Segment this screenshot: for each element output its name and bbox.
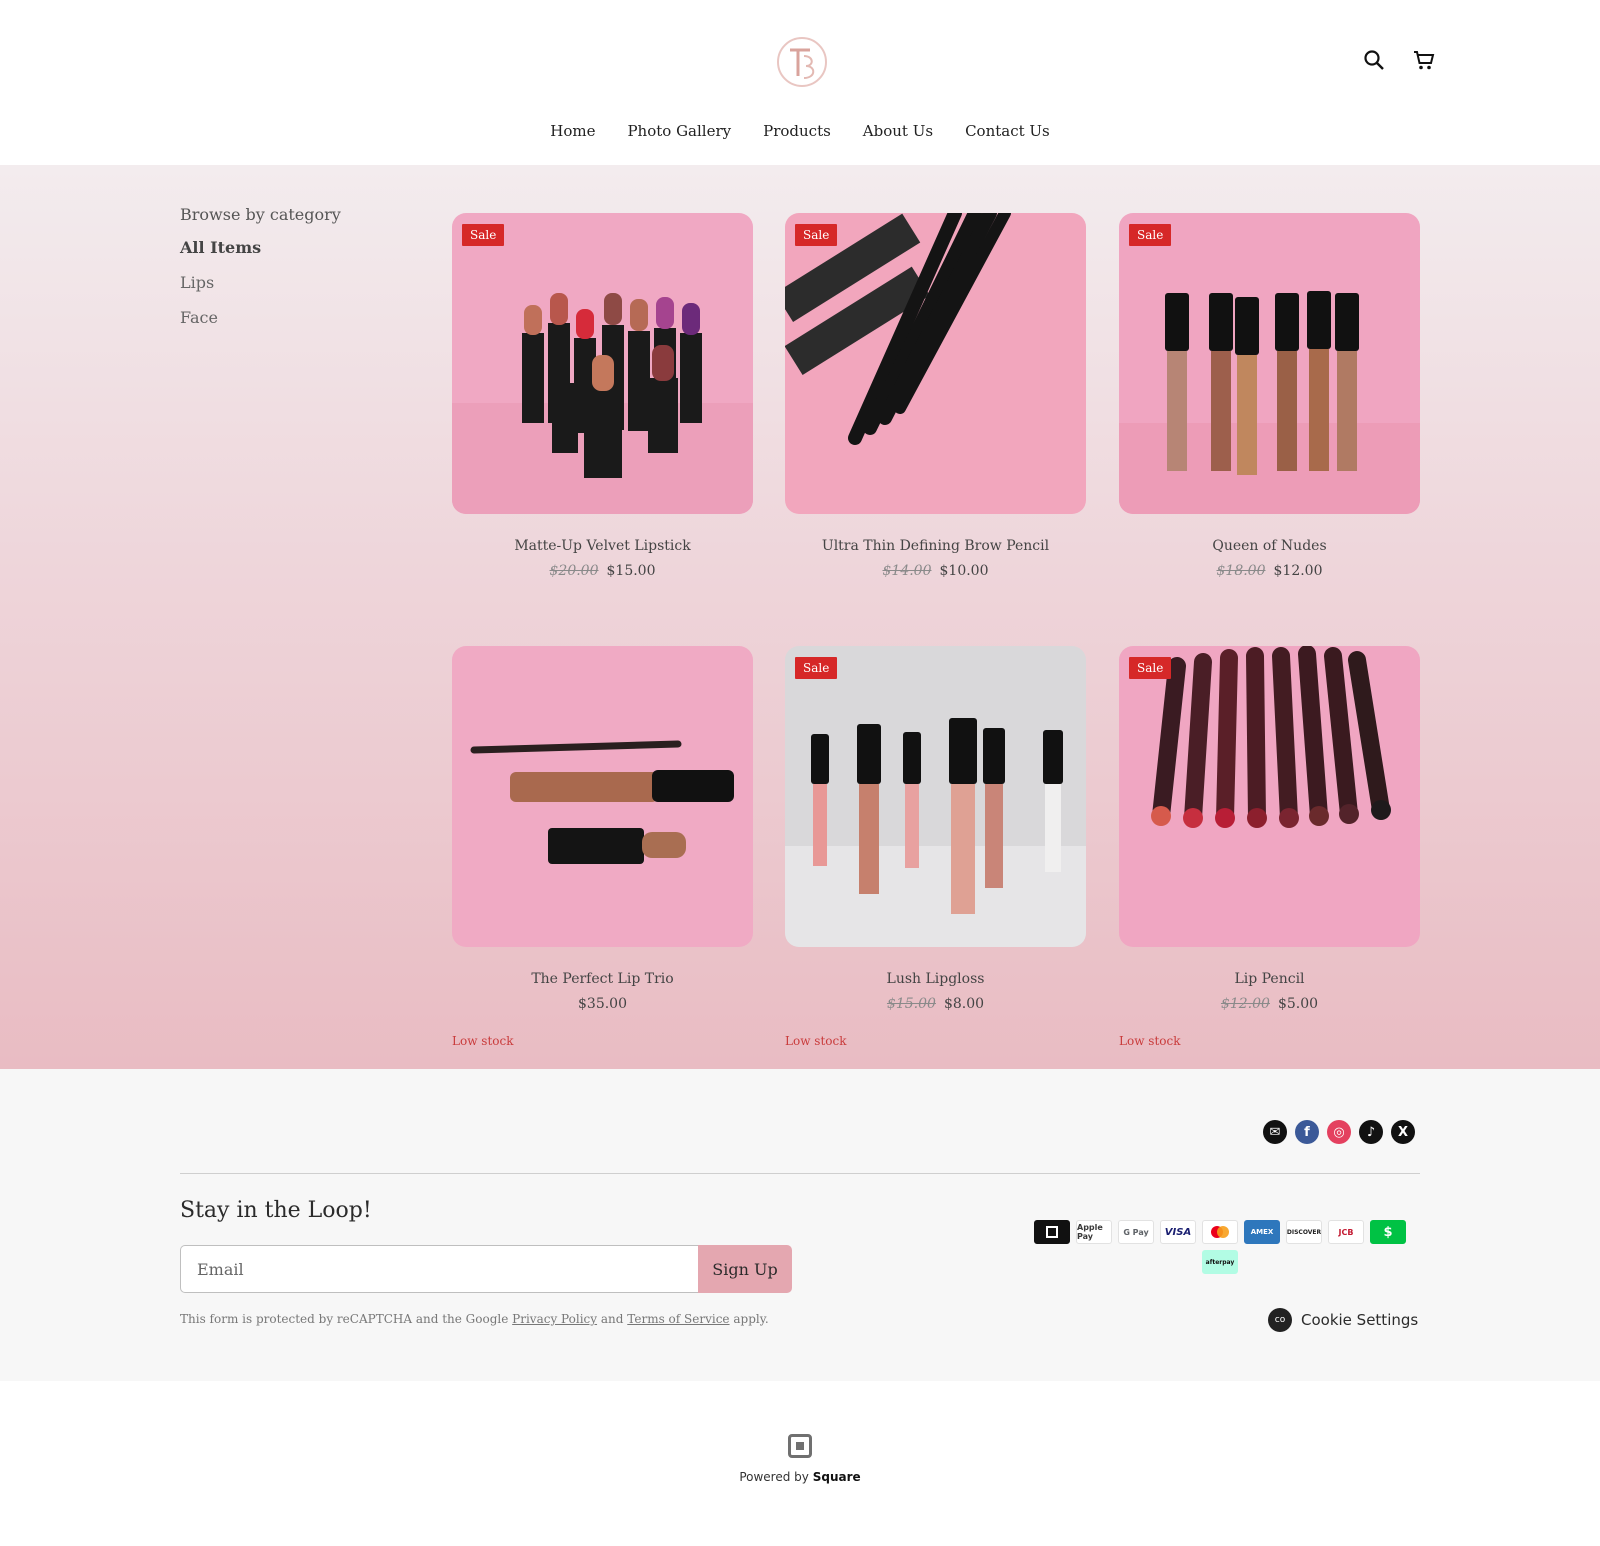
original-price: $12.00 [1220,996,1270,1012]
mastercard-icon [1202,1220,1238,1244]
email-icon[interactable]: ✉ [1263,1120,1287,1144]
sale-price: $10.00 [939,563,989,579]
sale-badge: Sale [1129,224,1172,246]
nav-products[interactable]: Products [763,122,831,140]
product-name[interactable]: Matte-Up Velvet Lipstick [452,538,753,554]
sign-up-button[interactable]: Sign Up [698,1245,792,1293]
product-card[interactable]: Sale Queen of Nudes $18.00 $12.00 [1119,213,1420,579]
terms-of-service-link[interactable]: Terms of Service [627,1312,729,1326]
amex-icon: AMEX [1244,1220,1280,1244]
low-stock-label: Low stock [1119,1034,1181,1048]
product-image-lipstick[interactable]: Sale [452,213,753,514]
category-heading: Browse by category [180,205,341,224]
nav-about-us[interactable]: About Us [863,122,933,140]
original-price: $18.00 [1216,563,1266,579]
recaptcha-text: This form is protected by reCAPTCHA and … [180,1312,509,1326]
sale-price: $12.00 [1273,563,1323,579]
square-pay-icon [1034,1220,1070,1244]
site-header: Home Photo Gallery Products About Us Con… [0,0,1600,165]
cookie-icon: co [1268,1308,1292,1332]
main-nav: Home Photo Gallery Products About Us Con… [0,122,1600,140]
recaptcha-notice: This form is protected by reCAPTCHA and … [180,1312,769,1326]
product-name[interactable]: The Perfect Lip Trio [452,971,753,987]
product-image-lip-trio[interactable] [452,646,753,947]
category-all-items[interactable]: All Items [180,238,400,257]
cookie-settings-button[interactable]: co Cookie Settings [1268,1308,1418,1332]
product-price-value: $35.00 [578,996,627,1012]
search-icon[interactable] [1362,48,1386,72]
low-stock-label: Low stock [452,1034,514,1048]
tiktok-icon[interactable]: ♪ [1359,1120,1383,1144]
newsletter-form: Sign Up [180,1245,792,1293]
product-image-lipgloss[interactable]: Sale [785,646,1086,947]
product-name[interactable]: Ultra Thin Defining Brow Pencil [785,538,1086,554]
nav-home[interactable]: Home [550,122,595,140]
cart-icon[interactable] [1412,48,1436,72]
social-links: ✉ f ◎ ♪ X [1263,1120,1415,1144]
product-card[interactable]: The Perfect Lip Trio $35.00 Low stock [452,646,753,1048]
cash-app-icon: $ [1370,1220,1406,1244]
nav-photo-gallery[interactable]: Photo Gallery [627,122,731,140]
apple-pay-icon: Apple Pay [1076,1220,1112,1244]
product-card[interactable]: Sale Ultra Thin Defining Brow Pencil $14… [785,213,1086,579]
newsletter-title: Stay in the Loop! [180,1198,372,1223]
sale-badge: Sale [462,224,505,246]
product-name[interactable]: Queen of Nudes [1119,538,1420,554]
product-card[interactable]: Sale Lip Pencil $12.00 $5.00 Low stock [1119,646,1420,1048]
cookie-settings-label: Cookie Settings [1301,1311,1419,1329]
product-name[interactable]: Lip Pencil [1119,971,1420,987]
original-price: $20.00 [549,563,599,579]
sale-price: $15.00 [606,563,656,579]
product-price: $15.00 $8.00 [785,996,1086,1012]
product-image-lip-pencil[interactable]: Sale [1119,646,1420,947]
google-pay-icon: G Pay [1118,1220,1154,1244]
recaptcha-and: and [600,1312,624,1326]
powered-prefix: Powered by [739,1470,809,1484]
shop-main: Browse by category All Items Lips Face S… [0,165,1600,1069]
x-icon[interactable]: X [1391,1120,1415,1144]
nav-contact-us[interactable]: Contact Us [965,122,1050,140]
original-price: $15.00 [886,996,936,1012]
afterpay-icon: afterpay [1202,1250,1238,1274]
original-price: $14.00 [882,563,932,579]
email-input[interactable] [180,1245,698,1293]
product-card[interactable]: Sale Matte-Up Velvet Lipstick $20.00 $15.… [452,213,753,579]
sale-price: $5.00 [1277,996,1319,1012]
discover-icon: DISCOVER [1286,1220,1322,1244]
product-price: $35.00 [452,996,753,1012]
payment-methods: Apple Pay G Pay VISA AMEX DISCOVER JCB $… [1030,1220,1410,1274]
category-face[interactable]: Face [180,308,400,327]
product-price: $20.00 $15.00 [452,563,753,579]
product-price: $18.00 $12.00 [1119,563,1420,579]
sale-badge: Sale [795,224,838,246]
privacy-policy-link[interactable]: Privacy Policy [512,1312,597,1326]
sale-badge: Sale [795,657,838,679]
site-footer: ✉ f ◎ ♪ X Stay in the Loop! Sign Up This… [0,1069,1600,1381]
facebook-icon[interactable]: f [1295,1120,1319,1144]
footer-divider [180,1173,1420,1174]
jcb-icon: JCB [1328,1220,1364,1244]
powered-by: Powered by Square [0,1434,1600,1484]
product-name[interactable]: Lush Lipgloss [785,971,1086,987]
low-stock-label: Low stock [785,1034,847,1048]
category-lips[interactable]: Lips [180,273,400,292]
category-sidebar: Browse by category All Items Lips Face [180,205,400,343]
product-image-brow-pencil[interactable]: Sale [785,213,1086,514]
square-logo-icon[interactable] [788,1434,812,1458]
visa-icon: VISA [1160,1220,1196,1244]
powered-by-text: Powered by Square [0,1470,1600,1484]
product-image-nude-gloss[interactable]: Sale [1119,213,1420,514]
recaptcha-suffix: apply. [733,1312,769,1326]
sale-badge: Sale [1129,657,1172,679]
powered-brand: Square [812,1470,861,1484]
brand-logo[interactable] [776,36,828,88]
product-price: $12.00 $5.00 [1119,996,1420,1012]
sale-price: $8.00 [943,996,985,1012]
instagram-icon[interactable]: ◎ [1327,1120,1351,1144]
product-card[interactable]: Sale Lush Lipgloss $15.00 $8.00 Low stock [785,646,1086,1048]
product-price: $14.00 $10.00 [785,563,1086,579]
